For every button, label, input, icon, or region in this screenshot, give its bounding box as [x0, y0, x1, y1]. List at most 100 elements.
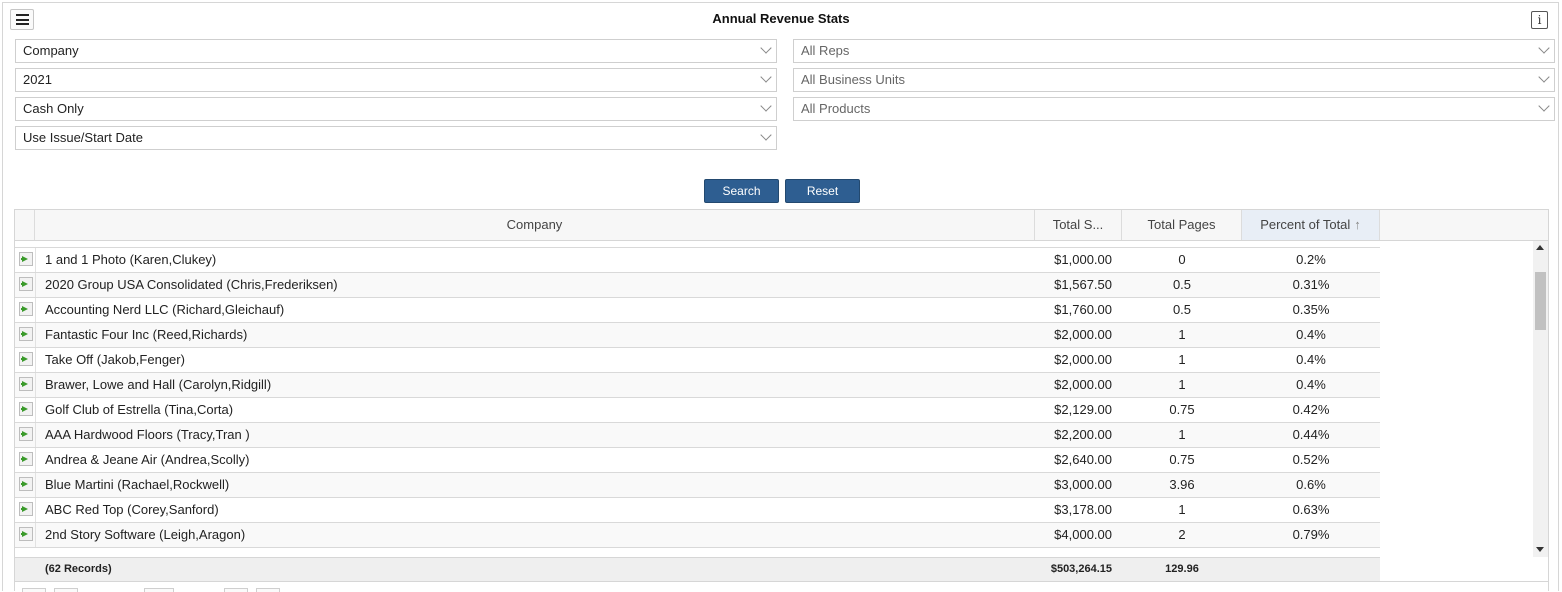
footer-total-pages: 129.96: [1165, 563, 1199, 575]
table-row[interactable]: Blue Martini (Rachael,Rockwell) $3,000.00…: [15, 473, 1380, 498]
chevron-down-icon: [1538, 100, 1550, 112]
grid-bottom-border: [15, 581, 1548, 582]
row-separator: [35, 348, 36, 372]
column-header-company[interactable]: Company: [35, 210, 1035, 240]
cell-total-sales: $2,000.00: [1054, 327, 1112, 342]
sort-ascending-icon: ↑: [1354, 217, 1361, 232]
row-separator: [35, 323, 36, 347]
table-row[interactable]: Andrea & Jeane Air (Andrea,Scolly) $2,640…: [15, 448, 1380, 473]
cell-percent: 0.79%: [1292, 527, 1330, 542]
cell-total-sales: $3,178.00: [1054, 502, 1112, 517]
cell-percent: 0.35%: [1292, 302, 1330, 317]
cell-total-sales: $2,000.00: [1054, 352, 1112, 367]
payment-type-select[interactable]: Cash Only: [15, 97, 777, 121]
cell-percent: 0.44%: [1292, 427, 1330, 442]
grid-header: Company Total S... Total Pages Percent o…: [15, 210, 1548, 241]
arrow-right-icon[interactable]: [19, 302, 33, 316]
table-row[interactable]: Brawer, Lowe and Hall (Carolyn,Ridgill) $…: [15, 373, 1380, 398]
cell-percent: 0.2%: [1296, 252, 1326, 267]
row-separator: [35, 298, 36, 322]
cell-total-pages: 1: [1178, 327, 1186, 342]
table-row[interactable]: Fantastic Four Inc (Reed,Richards) $2,000…: [15, 323, 1380, 348]
cell-percent: 0.4%: [1296, 352, 1326, 367]
column-header-total-sales[interactable]: Total S...: [1035, 210, 1122, 240]
scroll-thumb[interactable]: [1535, 272, 1546, 330]
reset-button[interactable]: Reset: [785, 179, 860, 203]
cell-company: Fantastic Four Inc (Reed,Richards): [45, 327, 248, 342]
header-icon-column: [15, 210, 35, 240]
cell-percent: 0.52%: [1292, 452, 1330, 467]
table-row[interactable]: Take Off (Jakob,Fenger) $2,000.00 1 0.4%: [15, 348, 1380, 373]
pager-prev-button[interactable]: [54, 588, 78, 592]
arrow-right-icon[interactable]: [19, 452, 33, 466]
vertical-scrollbar[interactable]: [1533, 241, 1548, 557]
results-grid: Company Total S... Total Pages Percent o…: [14, 209, 1549, 591]
year-select[interactable]: 2021: [15, 68, 777, 92]
arrow-right-icon[interactable]: [19, 377, 33, 391]
arrow-right-icon[interactable]: [19, 277, 33, 291]
cell-company: Andrea & Jeane Air (Andrea,Scolly): [45, 452, 250, 467]
cell-percent: 0.4%: [1296, 377, 1326, 392]
arrow-right-icon[interactable]: [19, 252, 33, 266]
arrow-right-icon[interactable]: [19, 352, 33, 366]
cell-percent: 0.31%: [1292, 277, 1330, 292]
row-separator: [35, 498, 36, 522]
cell-percent: 0.63%: [1292, 502, 1330, 517]
table-row[interactable]: Accounting Nerd LLC (Richard,Gleichauf) $…: [15, 298, 1380, 323]
partial-row-top: [15, 241, 1380, 248]
scroll-down-icon[interactable]: [1536, 547, 1544, 552]
business-units-select[interactable]: All Business Units: [793, 68, 1555, 92]
arrow-right-icon[interactable]: [19, 327, 33, 341]
arrow-right-icon[interactable]: [19, 402, 33, 416]
cell-company: ABC Red Top (Corey,Sanford): [45, 502, 219, 517]
table-row[interactable]: AAA Hardwood Floors (Tracy,Tran ) $2,200.…: [15, 423, 1380, 448]
cell-total-pages: 0.5: [1172, 302, 1192, 317]
cell-company: Accounting Nerd LLC (Richard,Gleichauf): [45, 302, 285, 317]
date-basis-select[interactable]: Use Issue/Start Date: [15, 126, 777, 150]
products-select[interactable]: All Products: [793, 97, 1555, 121]
grid-body: 1 and 1 Photo (Karen,Clukey) $1,000.00 0 0.…: [15, 241, 1533, 557]
cell-company: Golf Club of Estrella (Tina,Corta): [45, 402, 234, 417]
cell-total-pages: 1: [1178, 502, 1186, 517]
year-value: 2021: [23, 72, 52, 87]
arrow-right-icon[interactable]: [19, 477, 33, 491]
pager-page-input[interactable]: [144, 588, 174, 592]
row-separator: [35, 448, 36, 472]
table-row[interactable]: 2020 Group USA Consolidated (Chris,Frede…: [15, 273, 1380, 298]
pager-first-button[interactable]: [22, 588, 46, 592]
arrow-right-icon[interactable]: [19, 502, 33, 516]
column-header-total-pages[interactable]: Total Pages: [1122, 210, 1242, 240]
group-by-value: Company: [23, 43, 79, 58]
pager-last-button[interactable]: [256, 588, 280, 592]
cell-total-pages: 1: [1178, 427, 1186, 442]
info-icon[interactable]: i: [1531, 11, 1548, 29]
group-by-select[interactable]: Company: [15, 39, 777, 63]
cell-total-pages: 3.96: [1169, 477, 1195, 492]
chevron-down-icon: [760, 71, 772, 83]
table-row[interactable]: ABC Red Top (Corey,Sanford) $3,178.00 1 0.6…: [15, 498, 1380, 523]
table-row[interactable]: 1 and 1 Photo (Karen,Clukey) $1,000.00 0 0.…: [15, 248, 1380, 273]
cell-percent: 0.4%: [1296, 327, 1326, 342]
cell-total-sales: $3,000.00: [1054, 477, 1112, 492]
cell-total-pages: 1: [1178, 377, 1186, 392]
cell-total-sales: $4,000.00: [1054, 527, 1112, 542]
row-separator: [35, 523, 36, 547]
footer-total-sales: $503,264.15: [1050, 563, 1112, 575]
cell-total-sales: $2,129.00: [1054, 402, 1112, 417]
table-row[interactable]: 2nd Story Software (Leigh,Aragon) $4,000.…: [15, 523, 1380, 548]
cell-company: Brawer, Lowe and Hall (Carolyn,Ridgill): [45, 377, 272, 392]
chevron-down-icon: [760, 100, 772, 112]
cell-total-pages: 0.5: [1172, 277, 1192, 292]
search-button[interactable]: Search: [704, 179, 779, 203]
cell-total-pages: 1: [1178, 352, 1186, 367]
reps-select[interactable]: All Reps: [793, 39, 1555, 63]
page-title: Annual Revenue Stats: [712, 11, 850, 26]
row-separator: [35, 373, 36, 397]
scroll-up-icon[interactable]: [1536, 245, 1544, 250]
column-header-percent[interactable]: Percent of Total ↑: [1242, 210, 1380, 240]
cell-company: 2020 Group USA Consolidated (Chris,Frede…: [45, 277, 338, 292]
arrow-right-icon[interactable]: [19, 427, 33, 441]
arrow-right-icon[interactable]: [19, 527, 33, 541]
pager-next-button[interactable]: [224, 588, 248, 592]
table-row[interactable]: Golf Club of Estrella (Tina,Corta) $2,129…: [15, 398, 1380, 423]
